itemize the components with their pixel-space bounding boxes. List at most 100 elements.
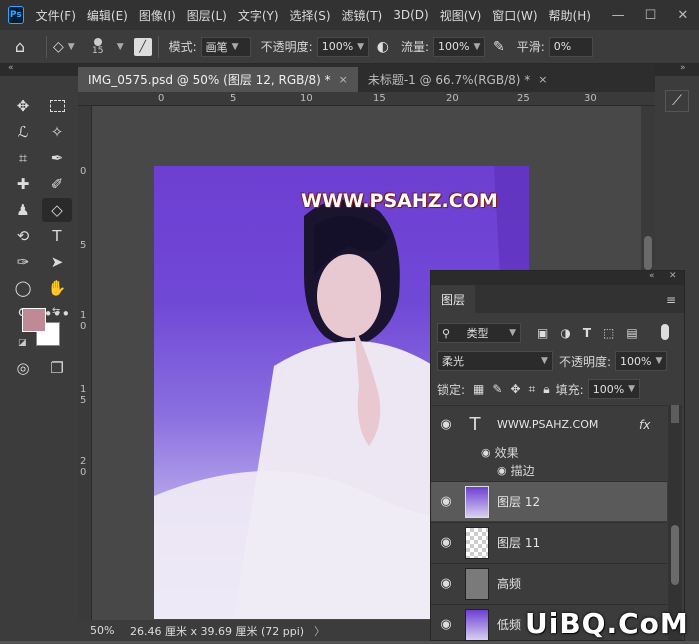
lasso-tool-icon[interactable]: ℒ [10, 120, 36, 144]
brush-size-picker[interactable]: 15 [87, 37, 109, 56]
collapse-left-icon[interactable]: « [8, 63, 14, 73]
crop-tool-icon[interactable]: ⌗ [10, 146, 36, 170]
fx-icon[interactable]: fx [639, 418, 650, 432]
tab-untitled-1[interactable]: 未标题-1 @ 66.7%(RGB/8) * × [358, 67, 558, 92]
mode-value: 画笔 [205, 40, 228, 54]
hand-tool-icon[interactable]: ✋ [44, 276, 70, 300]
fill-input[interactable]: 100% ▼ [587, 379, 640, 399]
zoom-level[interactable]: 50% [90, 624, 128, 637]
eyedropper-tool-icon[interactable]: ✒ [44, 146, 70, 170]
site-watermark: UiBQ.CoM [525, 607, 689, 640]
layers-scrollbar[interactable] [668, 405, 682, 640]
close-icon[interactable]: × [339, 73, 348, 86]
path-select-tool-icon[interactable]: ➤ [44, 250, 70, 274]
filter-smart-object-icon[interactable]: ▤ [626, 326, 637, 340]
panel-menu-icon[interactable]: ≡ [666, 293, 676, 307]
menu-file[interactable]: 文件(F) [36, 7, 76, 24]
default-colors-icon[interactable]: ◪ [18, 338, 27, 348]
chevron-down-icon[interactable]: ▼ [117, 42, 124, 52]
pressure-opacity-icon[interactable]: ◐ [377, 39, 389, 55]
home-icon[interactable]: ⌂ [0, 37, 40, 56]
menu-image[interactable]: 图像(I) [139, 7, 176, 24]
menu-filter[interactable]: 滤镜(T) [342, 7, 383, 24]
menu-window[interactable]: 窗口(W) [492, 7, 537, 24]
close-icon[interactable]: × [538, 73, 547, 86]
visibility-eye-icon[interactable]: ◉ [431, 494, 461, 509]
layer-row-text[interactable]: ◉ T WWW.PSAHZ.COM fx [431, 405, 667, 443]
layer-row-11[interactable]: ◉ 图层 11 [431, 522, 667, 562]
blend-mode-select[interactable]: 柔光 ▼ [437, 351, 553, 371]
menu-edit[interactable]: 编辑(E) [87, 7, 128, 24]
history-brush-tool-icon[interactable]: ⟲ [10, 224, 36, 248]
opacity-input[interactable]: 100% ▼ [316, 36, 369, 57]
lock-artboard-icon[interactable]: ⌗ [529, 382, 536, 397]
scrollbar-thumb[interactable] [644, 236, 652, 270]
smooth-input[interactable]: 0% [548, 36, 593, 57]
lock-position-icon[interactable]: ✥ [510, 382, 520, 396]
filter-type-icon[interactable]: T [583, 326, 591, 340]
properties-icon[interactable]: ⟋ [665, 90, 689, 112]
scrollbar-thumb[interactable] [671, 525, 679, 585]
tab-img-0575[interactable]: IMG_0575.psd @ 50% (图层 12, RGB/8) * × [78, 67, 358, 92]
visibility-eye-icon[interactable]: ◉ [497, 464, 507, 477]
ruler-label: 15 [373, 93, 386, 104]
filter-toggle[interactable] [661, 324, 669, 340]
tab-layers[interactable]: 图层 [431, 285, 476, 313]
menu-type[interactable]: 文字(Y) [238, 7, 279, 24]
layer-name: 低频 [497, 618, 522, 632]
close-button[interactable]: ✕ [667, 0, 699, 30]
swap-colors-icon[interactable]: ⇆ [52, 306, 60, 317]
menu-help[interactable]: 帮助(H) [549, 7, 591, 24]
brush-settings-icon[interactable]: ╱ [133, 37, 152, 56]
status-menu-arrow[interactable]: 〉 [314, 623, 325, 639]
flow-input[interactable]: 100% ▼ [432, 36, 485, 57]
visibility-eye-icon[interactable]: ◉ [431, 617, 461, 632]
layer-thumbnail [465, 485, 489, 518]
menu-3d[interactable]: 3D(D) [393, 8, 428, 22]
layer-row-12[interactable]: ◉ 图层 12 [431, 481, 667, 521]
menu-layer[interactable]: 图层(L) [187, 7, 227, 24]
ruler-label: 1 0 [80, 310, 87, 332]
stroke-effect-row[interactable]: ◉ 描边 [431, 461, 667, 479]
brush-tool-icon[interactable]: ✐ [44, 172, 70, 196]
lock-transparent-icon[interactable]: ▦ [473, 382, 484, 396]
collapse-right-icon[interactable]: » [680, 63, 686, 73]
healing-brush-tool-icon[interactable]: ✚ [10, 172, 36, 196]
effects-row[interactable]: ◉ 效果 [431, 443, 667, 461]
move-tool-icon[interactable]: ✥ [10, 94, 36, 118]
minimize-button[interactable]: — [602, 0, 634, 30]
screen-mode-icon[interactable]: ❐ [44, 356, 70, 380]
scroll-up-icon[interactable] [671, 405, 679, 423]
eraser-preset-picker[interactable]: ◇ ▼ [53, 39, 75, 55]
ellipse-tool-icon[interactable]: ◯ [10, 276, 36, 300]
filter-pixel-icon[interactable]: ▣ [537, 326, 548, 340]
airbrush-icon[interactable]: ✎ [493, 39, 505, 55]
quick-mask-icon[interactable]: ◎ [10, 356, 36, 380]
clone-stamp-tool-icon[interactable]: ♟ [10, 198, 36, 222]
lock-all-icon[interactable]: 🔒︎ [543, 382, 549, 397]
filter-adjustment-icon[interactable]: ◑ [560, 326, 570, 340]
visibility-eye-icon[interactable]: ◉ [431, 576, 461, 591]
close-panel-icon[interactable]: ✕ [669, 271, 677, 281]
mode-select[interactable]: 画笔 ▼ [200, 36, 251, 57]
eraser-tool-icon[interactable]: ◇ [42, 198, 72, 222]
chevron-down-icon: ▼ [231, 41, 239, 52]
visibility-eye-icon[interactable]: ◉ [431, 417, 461, 432]
marquee-tool-icon[interactable] [44, 94, 70, 118]
visibility-eye-icon[interactable]: ◉ [481, 446, 491, 459]
layer-opacity-input[interactable]: 100% ▼ [615, 351, 667, 371]
lock-pixels-icon[interactable]: ✎ [492, 382, 502, 396]
type-tool-icon[interactable]: T [44, 224, 70, 248]
horizontal-ruler: 0 5 10 15 20 25 30 [78, 92, 655, 106]
visibility-eye-icon[interactable]: ◉ [431, 535, 461, 550]
filter-shape-icon[interactable]: ⬚ [603, 326, 614, 340]
collapse-icon[interactable]: « [649, 271, 655, 281]
menu-view[interactable]: 视图(V) [440, 7, 482, 24]
pen-tool-icon[interactable]: ✑ [10, 250, 36, 274]
maximize-button[interactable]: ☐ [634, 0, 666, 30]
quick-select-tool-icon[interactable]: ✧ [44, 120, 70, 144]
filter-type-select[interactable]: ⚲ 类型 ▼ [437, 323, 521, 343]
layer-row-high-freq[interactable]: ◉ 高频 [431, 563, 667, 603]
foreground-color-swatch[interactable] [22, 308, 46, 332]
menu-select[interactable]: 选择(S) [290, 7, 331, 24]
